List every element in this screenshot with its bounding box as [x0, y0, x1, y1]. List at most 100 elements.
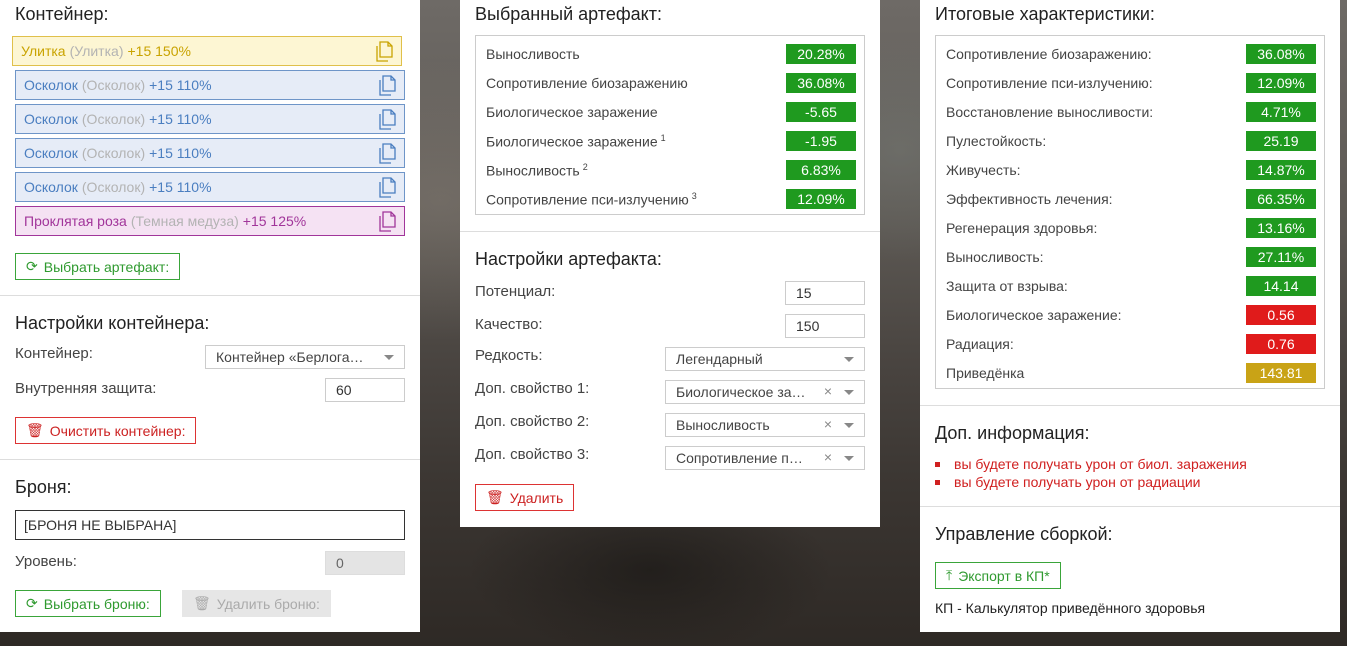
extra-property-3-select[interactable]: Сопротивление п… ×: [665, 446, 865, 470]
artifact-panel: Выбранный артефакт: Выносливость 20.28% С…: [460, 0, 880, 527]
chevron-down-icon: [844, 357, 854, 362]
build-title: Управление сборкой:: [935, 524, 1113, 544]
clear-icon[interactable]: ×: [824, 449, 832, 465]
potential-input[interactable]: 15: [785, 281, 865, 305]
total-stat-row: Выносливость: 27.11%: [946, 246, 1316, 268]
copy-icon[interactable]: [375, 41, 393, 62]
container-panel: Контейнер: Улитка (Улитка) +15 150% Осколо…: [0, 0, 420, 632]
armor-title: Броня:: [15, 477, 72, 497]
quality-label: Качество:: [475, 316, 543, 333]
clear-icon[interactable]: ×: [824, 383, 832, 399]
divider: [0, 295, 420, 296]
container-title: Контейнер:: [15, 4, 109, 24]
stat-value: 36.08%: [786, 73, 856, 93]
inner-protection-input[interactable]: 60: [325, 378, 405, 402]
info-item: вы будете получать урон от биол. заражен…: [935, 456, 1247, 472]
total-stat-row: Живучесть: 14.87%: [946, 159, 1316, 181]
divider: [460, 231, 880, 232]
divider: [0, 459, 420, 460]
armor-field[interactable]: [БРОНЯ НЕ ВЫБРАНА]: [15, 510, 405, 540]
total-stat-row: Эффективность лечения: 66.35%: [946, 188, 1316, 210]
container-item-3[interactable]: Осколок (Осколок) +15 110%: [15, 104, 405, 134]
chevron-down-icon: [844, 456, 854, 461]
stat-value: 36.08%: [1246, 44, 1316, 64]
trash-icon: 🗑: [193, 595, 211, 611]
total-stat-row: Сопротивление биозаражению: 36.08%: [946, 43, 1316, 65]
stat-value: -1.95: [786, 131, 856, 151]
artifact-stat-row: Сопротивление пси-излучению 3 12.09%: [486, 188, 856, 210]
stat-value: 12.09%: [786, 189, 856, 209]
quality-input[interactable]: 150: [785, 314, 865, 338]
refresh-icon: ⟳: [26, 595, 38, 611]
selected-artifact-title: Выбранный артефакт:: [475, 4, 662, 24]
chevron-down-icon: [844, 423, 854, 428]
copy-icon[interactable]: [378, 75, 396, 96]
delete-artifact-button[interactable]: 🗑 Удалить: [475, 484, 575, 511]
stat-value: -5.65: [786, 102, 856, 122]
clear-container-button[interactable]: 🗑 Очистить контейнер:: [15, 417, 197, 444]
stat-value: 6.83%: [786, 160, 856, 180]
artifact-stat-row: Сопротивление биозаражению 36.08%: [486, 72, 856, 94]
total-stat-row: Приведёнка 143.81: [946, 362, 1316, 384]
export-button[interactable]: ⤒ Экспорт в КП*: [935, 562, 1061, 589]
artifact-stat-row: Биологическое заражение 1 -1.95: [486, 130, 856, 152]
extra-property-2-label: Доп. свойство 2:: [475, 413, 590, 430]
container-item-1[interactable]: Улитка (Улитка) +15 150%: [12, 36, 402, 66]
totals-panel: Итоговые характеристики: Сопротивление б…: [920, 0, 1340, 632]
container-item-2[interactable]: Осколок (Осколок) +15 110%: [15, 70, 405, 100]
extra-property-2-select[interactable]: Выносливость ×: [665, 413, 865, 437]
stat-value: 12.09%: [1246, 73, 1316, 93]
container-item-6[interactable]: Проклятая роза (Темная медуза) +15 125%: [15, 206, 405, 236]
extra-property-1-select[interactable]: Биологическое за… ×: [665, 380, 865, 404]
artifact-stat-row: Биологическое заражение -5.65: [486, 101, 856, 123]
refresh-icon: ⟳: [26, 258, 38, 274]
extra-property-1-label: Доп. свойство 1:: [475, 380, 590, 397]
clear-icon[interactable]: ×: [824, 416, 832, 432]
totals-title: Итоговые характеристики:: [935, 4, 1155, 24]
select-armor-button[interactable]: ⟳ Выбрать броню:: [15, 590, 161, 617]
artifact-stats-box: Выносливость 20.28% Сопротивление биозара…: [475, 35, 865, 215]
stat-value: 0.56: [1246, 305, 1316, 325]
level-input[interactable]: 0: [325, 551, 405, 575]
stat-value: 14.14: [1246, 276, 1316, 296]
info-title: Доп. информация:: [935, 423, 1090, 443]
total-stat-row: Защита от взрыва: 14.14: [946, 275, 1316, 297]
stat-value: 20.28%: [786, 44, 856, 64]
info-item: вы будете получать урон от радиации: [935, 474, 1200, 490]
copy-icon[interactable]: [378, 177, 396, 198]
rarity-label: Редкость:: [475, 347, 543, 364]
container-label: Контейнер:: [15, 345, 93, 362]
container-select[interactable]: Контейнер «Берлога…: [205, 345, 405, 369]
extra-property-3-label: Доп. свойство 3:: [475, 446, 590, 463]
artifact-stat-row: Выносливость 20.28%: [486, 43, 856, 65]
chevron-down-icon: [844, 390, 854, 395]
total-stat-row: Пулестойкость: 25.19: [946, 130, 1316, 152]
totals-box: Сопротивление биозаражению: 36.08% Сопрот…: [935, 35, 1325, 389]
chevron-down-icon: [384, 355, 394, 360]
container-item-5[interactable]: Осколок (Осколок) +15 110%: [15, 172, 405, 202]
container-item-4[interactable]: Осколок (Осколок) +15 110%: [15, 138, 405, 168]
stat-value: 66.35%: [1246, 189, 1316, 209]
inner-protection-label: Внутренняя защита:: [15, 380, 157, 397]
level-label: Уровень:: [15, 553, 77, 570]
stat-value: 143.81: [1246, 363, 1316, 383]
stat-value: 13.16%: [1246, 218, 1316, 238]
copy-icon[interactable]: [378, 211, 396, 232]
stat-value: 25.19: [1246, 131, 1316, 151]
total-stat-row: Регенерация здоровья: 13.16%: [946, 217, 1316, 239]
total-stat-row: Сопротивление пси-излучению: 12.09%: [946, 72, 1316, 94]
potential-label: Потенциал:: [475, 283, 556, 300]
total-stat-row: Биологическое заражение: 0.56: [946, 304, 1316, 326]
copy-icon[interactable]: [378, 143, 396, 164]
delete-armor-button[interactable]: 🗑 Удалить броню:: [182, 590, 331, 617]
artifact-settings-title: Настройки артефакта:: [475, 249, 662, 269]
container-settings-title: Настройки контейнера:: [15, 313, 210, 333]
stat-value: 0.76: [1246, 334, 1316, 354]
trash-icon: 🗑: [26, 422, 44, 438]
select-artifact-button[interactable]: ⟳ Выбрать артефакт:: [15, 253, 181, 280]
copy-icon[interactable]: [378, 109, 396, 130]
divider: [920, 405, 1340, 406]
total-stat-row: Радиация: 0.76: [946, 333, 1316, 355]
rarity-select[interactable]: Легендарный: [665, 347, 865, 371]
divider: [920, 506, 1340, 507]
